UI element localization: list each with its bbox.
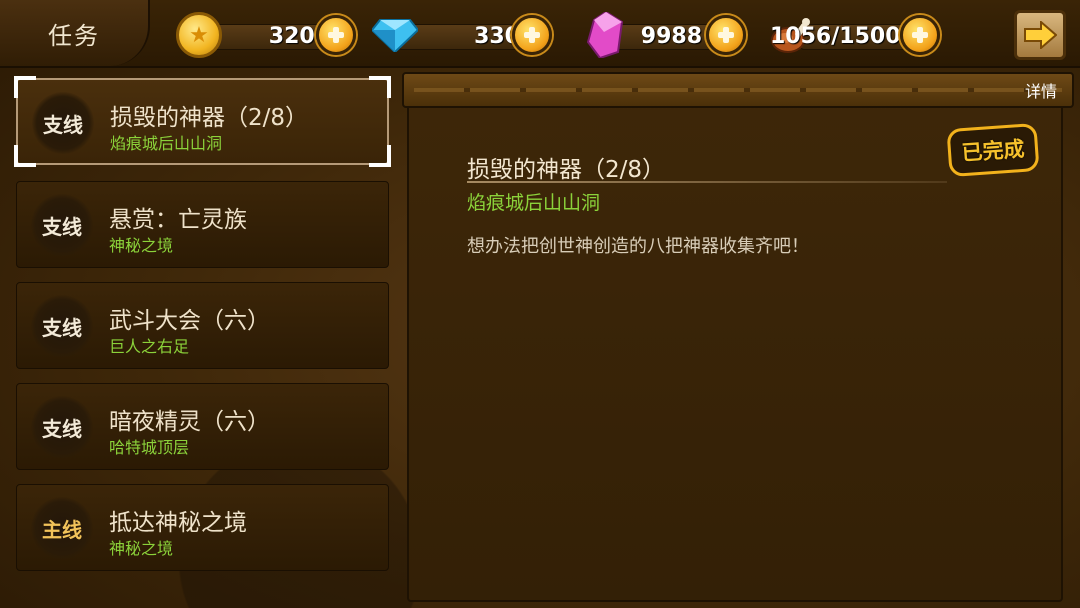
quest-type: 主线 (31, 497, 93, 559)
tab-details[interactable]: 详情 (1018, 80, 1064, 104)
gold-coin-icon: ★ (176, 12, 222, 58)
quest-item[interactable]: 主线 抵达神秘之境 神秘之境 (16, 484, 389, 571)
quest-location: 巨人之右足 (109, 337, 190, 356)
add-diamond-button[interactable] (512, 15, 552, 55)
arrow-right-icon (1024, 21, 1057, 49)
gold-resource: ★ 3203 (176, 12, 360, 58)
add-stamina-button[interactable] (900, 15, 940, 55)
quest-location: 神秘之境 (109, 236, 174, 255)
crystal-resource: 9988 (580, 12, 750, 58)
detail-header-bar (402, 72, 1074, 108)
diamond-icon (372, 19, 418, 52)
quest-type: 支线 (31, 194, 93, 256)
next-arrow-button[interactable] (1014, 10, 1066, 60)
add-gold-button[interactable] (316, 15, 356, 55)
selection-corner (369, 145, 391, 167)
quest-name: 武斗大会（六） (109, 308, 270, 334)
quest-location: 神秘之境 (109, 539, 174, 558)
quest-name: 损毁的神器（2/8） (110, 105, 309, 131)
quest-type: 支线 (32, 92, 94, 154)
selection-corner (14, 145, 36, 167)
divider (467, 181, 947, 183)
selection-corner (14, 76, 36, 98)
selection-corner (369, 76, 391, 98)
detail-location: 焰痕城后山山洞 (467, 192, 601, 214)
crystal-value: 9988 (640, 24, 702, 49)
quest-type: 支线 (31, 396, 93, 458)
add-crystal-button[interactable] (706, 15, 746, 55)
quest-type: 支线 (31, 295, 93, 357)
crystal-icon (586, 12, 624, 58)
detail-title: 损毁的神器（2/8） (467, 157, 666, 183)
quest-name: 悬赏：亡灵族 (109, 207, 247, 233)
quest-item[interactable]: 支线 损毁的神器（2/8） 焰痕城后山山洞 (14, 76, 391, 167)
top-bar: 任务 ★ 3203 330 9988 1056/1500 (0, 0, 1080, 68)
quest-item[interactable]: 支线 暗夜精灵（六） 哈特城顶层 (16, 383, 389, 470)
quest-name: 暗夜精灵（六） (109, 409, 270, 435)
detail-description: 想办法把创世神创造的八把神器收集齐吧！ (467, 236, 809, 257)
quest-location: 焰痕城后山山洞 (110, 134, 223, 153)
stamina-value: 1056/1500 (770, 24, 901, 49)
stamina-resource: 1056/1500 (770, 12, 948, 56)
quest-item[interactable]: 支线 武斗大会（六） 巨人之右足 (16, 282, 389, 369)
quest-location: 哈特城顶层 (109, 438, 190, 457)
quest-name: 抵达神秘之境 (109, 510, 247, 536)
page-title: 任务 (0, 0, 150, 66)
diamond-value: 330 (474, 24, 520, 49)
diamond-resource: 330 (372, 12, 556, 56)
quest-item[interactable]: 支线 悬赏：亡灵族 神秘之境 (16, 181, 389, 268)
completed-badge: 已完成 (946, 122, 1040, 178)
